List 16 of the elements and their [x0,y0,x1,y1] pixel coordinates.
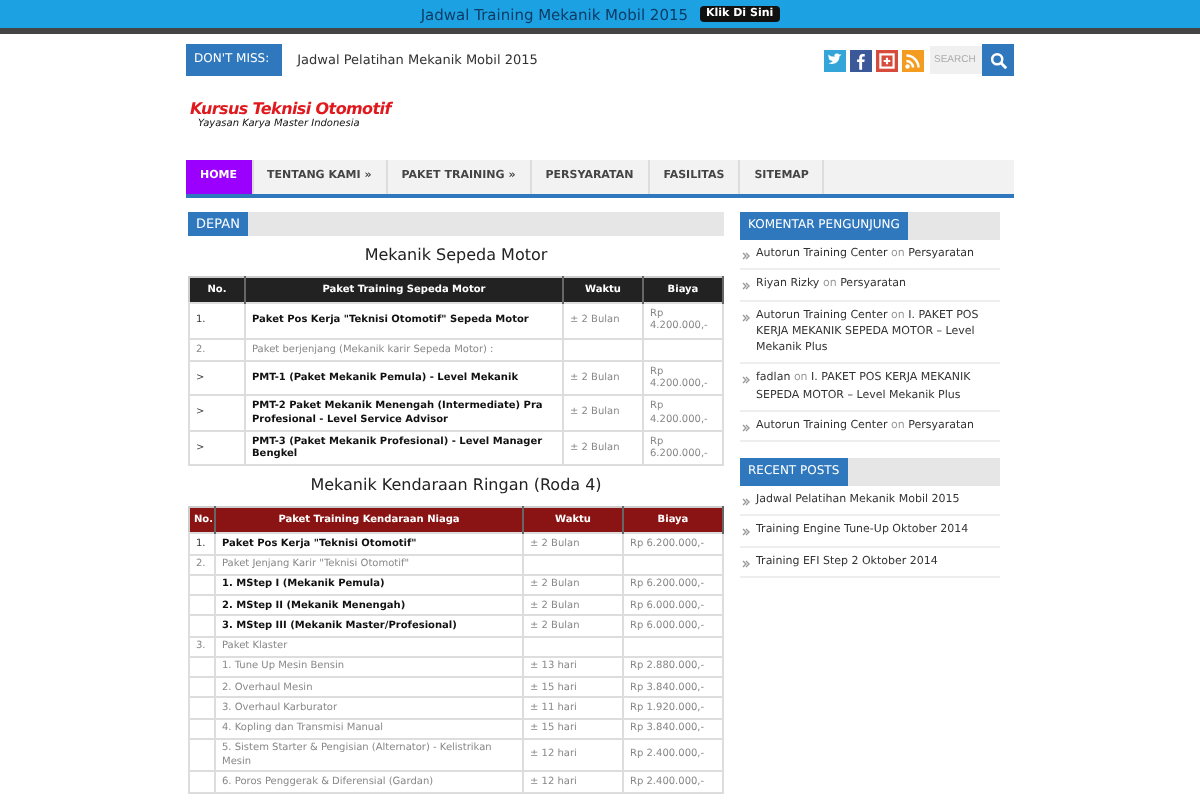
rss-icon[interactable] [902,49,924,71]
chevron-icon [742,313,750,321]
chevron-icon [742,376,750,385]
chevron-icon [742,282,750,291]
section-heading: Mekanik Kendaraan Ringan (Roda 4) [308,476,604,495]
f-letter-icon[interactable] [850,49,872,71]
logo-title[interactable]: Kursus Teknisi Otomotif [190,100,1014,118]
search-icon [989,51,1007,69]
search-button[interactable] [982,44,1014,76]
chevron-icon [742,528,750,537]
chevron-icon [742,423,750,432]
section-heading: Mekanik Sepeda Motor [362,246,550,264]
chevron-icon [742,252,750,260]
chevron-icon [742,498,750,506]
plus-square-icon[interactable] [876,49,898,71]
chevron-icon [742,559,750,567]
